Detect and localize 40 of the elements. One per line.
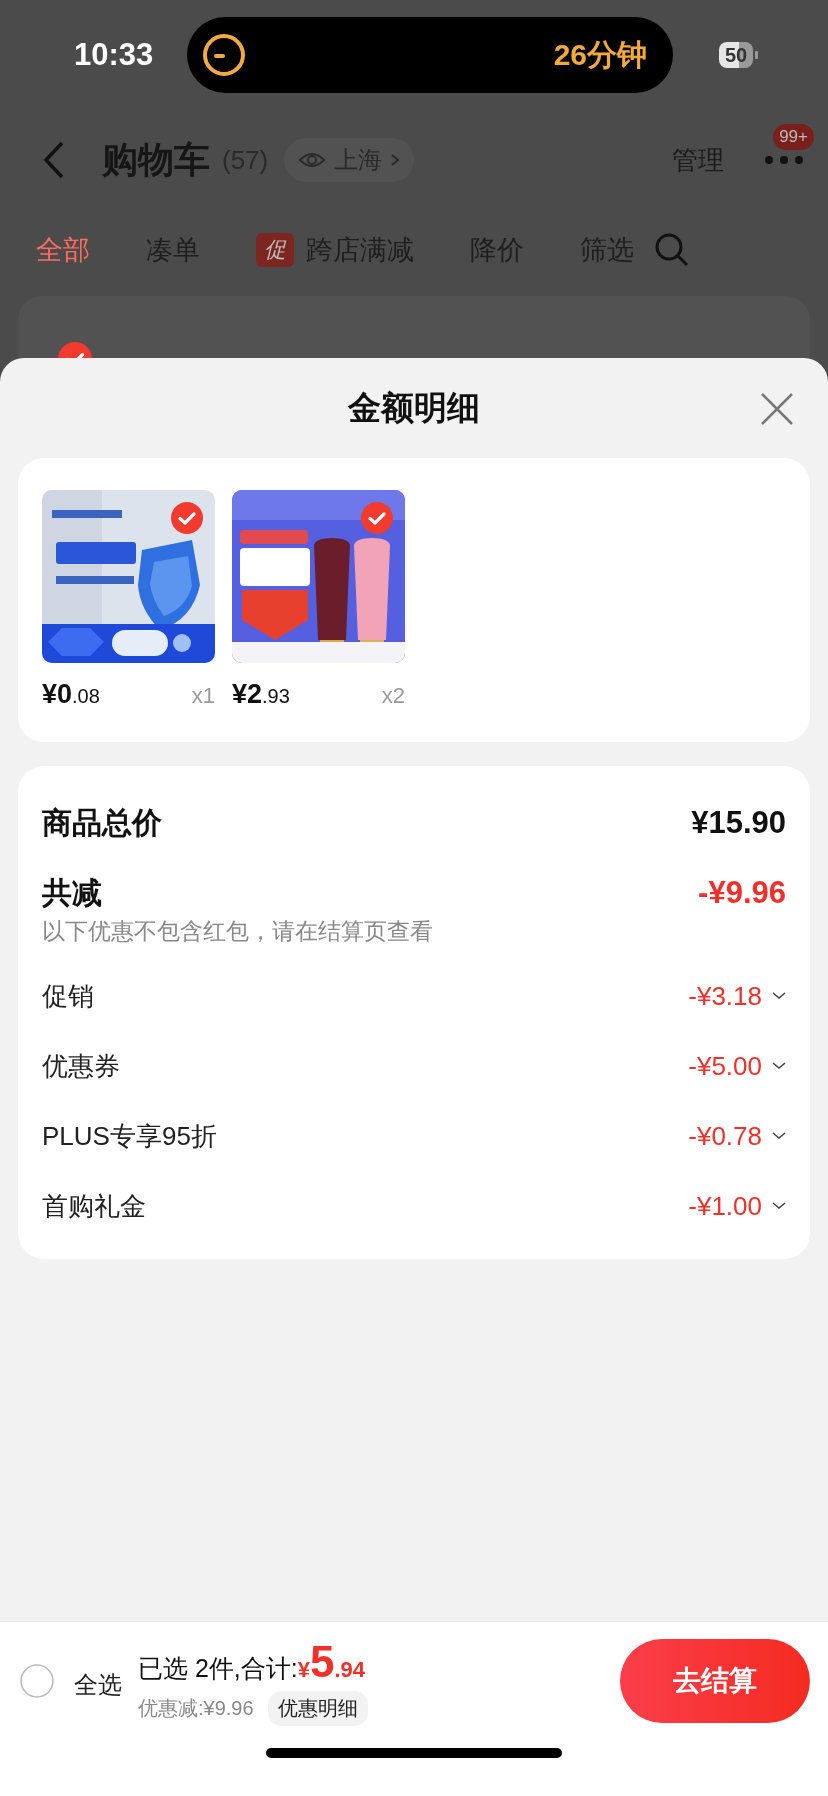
discount-value: -¥0.78 <box>688 1120 762 1152</box>
notification-badge: 99+ <box>773 124 814 150</box>
check-circle-icon[interactable] <box>20 1664 54 1698</box>
close-icon[interactable] <box>760 392 794 426</box>
item-price: ¥2.93 <box>232 679 290 710</box>
filter-tab[interactable]: 全部 <box>36 232 90 268</box>
summary-value: ¥15.90 <box>691 805 786 841</box>
discount-value: -¥5.00 <box>688 1050 762 1082</box>
battery-level: 50 <box>719 42 754 68</box>
expand-chevron-icon[interactable] <box>772 992 786 1000</box>
chevron-icon <box>390 153 401 167</box>
item-quantity: x2 <box>381 683 405 709</box>
selected-summary: 已选 2件,合计: <box>138 1652 298 1684</box>
discount-label: 促销 <box>42 979 94 1013</box>
timer-ring-icon <box>201 32 247 78</box>
item-price: ¥0.08 <box>42 679 100 710</box>
check-badge-icon[interactable] <box>171 502 203 534</box>
expand-chevron-icon[interactable] <box>772 1202 786 1210</box>
summary-value: -¥9.96 <box>698 875 786 911</box>
sheet-title: 金额明细 <box>348 387 480 428</box>
status-time: 10:33 <box>74 37 155 73</box>
expand-chevron-icon[interactable] <box>772 1132 786 1140</box>
checkout-button[interactable]: 去结算 <box>620 1639 810 1723</box>
details-button[interactable]: 优惠明细 <box>267 1690 368 1726</box>
check-badge-icon[interactable] <box>361 502 393 534</box>
discount-label: 优惠券 <box>42 1049 120 1083</box>
activity-text: 26分钟 <box>553 36 647 73</box>
discount-label: 首购礼金 <box>42 1189 146 1223</box>
summary-label: 共减 <box>42 874 102 911</box>
discount-value: -¥3.18 <box>688 980 762 1012</box>
summary-label: 商品总价 <box>42 804 162 841</box>
expand-chevron-icon[interactable] <box>772 1062 786 1070</box>
total-price: ¥5.94 <box>297 1636 366 1687</box>
eye-icon <box>298 150 327 170</box>
discount-label: PLUS专享95折 <box>42 1119 217 1153</box>
select-all-label[interactable]: 全选 <box>74 1669 122 1701</box>
item-quantity: x1 <box>191 683 215 709</box>
discount-value: -¥1.00 <box>688 1190 762 1222</box>
saving-text: 优惠减:¥9.96 <box>138 1695 254 1721</box>
discount-note: 以下优惠不包含红包，请在结算页查看 <box>42 917 434 946</box>
